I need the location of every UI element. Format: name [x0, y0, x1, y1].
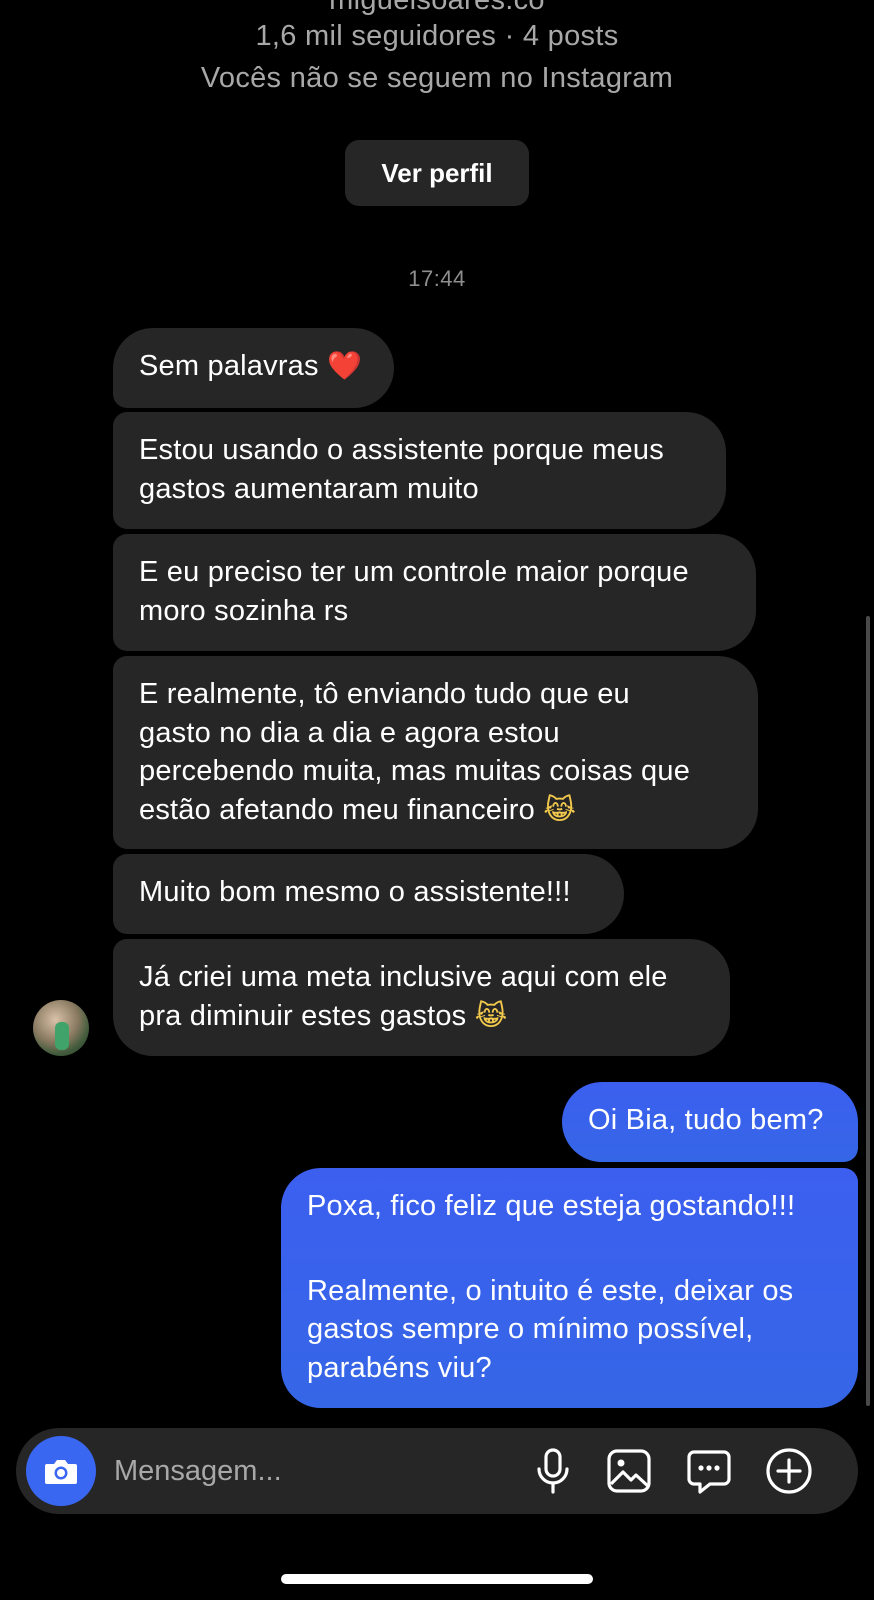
incoming-message[interactable]: Muito bom mesmo o assistente!!! — [113, 854, 624, 934]
view-profile-button[interactable]: Ver perfil — [345, 140, 529, 206]
plus-button[interactable] — [764, 1446, 814, 1496]
message-line: percebendo muita, mas muitas coisas que — [139, 755, 691, 787]
message-line: Já criei uma meta inclusive aqui com ele — [139, 961, 668, 993]
message-line: gasto no dia a dia e agora estou — [139, 716, 560, 749]
message-text: Oi Bia, tudo bem? — [588, 1104, 824, 1136]
scrollbar[interactable] — [866, 616, 870, 1406]
microphone-icon — [537, 1448, 569, 1494]
message-line: Poxa, fico feliz que esteja gostando!!! — [307, 1190, 796, 1222]
profile-stats: 1,6 mil seguidores · 4 posts — [255, 20, 619, 52]
incoming-message[interactable]: Já criei uma meta inclusive aqui com ele… — [113, 939, 730, 1056]
message-line: Estou usando o assistente porque meus — [139, 434, 664, 466]
camera-icon — [45, 1460, 77, 1484]
message-line: gastos aumentaram muito — [139, 472, 479, 505]
message-line: parabéns viu? — [307, 1351, 492, 1384]
message-input[interactable] — [114, 1448, 414, 1494]
chat-screen: miguelsoares.co 1,6 mil seguidores · 4 p… — [0, 0, 874, 1600]
heart-emoji-icon: ❤️ — [326, 349, 363, 382]
laughing-cat-emoji-icon: 😹 — [474, 998, 508, 1032]
outgoing-message[interactable]: Poxa, fico feliz que esteja gostando!!! … — [281, 1168, 858, 1408]
outgoing-message[interactable]: Oi Bia, tudo bem? — [562, 1082, 858, 1162]
gallery-button[interactable] — [604, 1446, 654, 1496]
message-line: E realmente, tô enviando tudo que eu — [139, 678, 630, 710]
incoming-message[interactable]: E eu preciso ter um controle maior porqu… — [113, 534, 756, 651]
message-text: pra diminuir estes gastos — [139, 999, 467, 1032]
plus-icon — [766, 1448, 812, 1494]
incoming-message[interactable]: Sem palavras ❤️ — [113, 328, 394, 408]
incoming-message[interactable]: Estou usando o assistente porque meus ga… — [113, 412, 726, 529]
message-timestamp: 17:44 — [408, 266, 466, 291]
follow-status: Vocês não se seguem no Instagram — [200, 62, 674, 94]
profile-handle: miguelsoares.co — [329, 0, 545, 16]
home-indicator[interactable] — [281, 1574, 593, 1584]
message-text: estão afetando meu financeiro — [139, 793, 535, 826]
message-line: estão afetando meu financeiro 😹 — [139, 791, 732, 830]
microphone-button[interactable] — [528, 1446, 578, 1496]
incoming-message[interactable]: E realmente, tô enviando tudo que eu gas… — [113, 656, 758, 849]
message-line: gastos sempre o mínimo possível, — [307, 1313, 754, 1345]
gallery-icon — [607, 1449, 651, 1493]
message-line: Realmente, o intuito é este, deixar os — [307, 1274, 794, 1307]
message-line: pra diminuir estes gastos 😹 — [139, 997, 704, 1036]
sticker-button[interactable] — [684, 1446, 734, 1496]
message-composer — [16, 1428, 858, 1514]
sticker-icon — [687, 1450, 731, 1494]
camera-button[interactable] — [26, 1436, 96, 1506]
message-text: Muito bom mesmo o assistente!!! — [139, 876, 571, 908]
message-line: E eu preciso ter um controle maior porqu… — [139, 556, 689, 588]
laughing-cat-emoji-icon: 😹 — [543, 792, 577, 826]
sender-avatar[interactable] — [33, 1000, 89, 1056]
message-text: Sem palavras — [139, 350, 319, 382]
message-line: moro sozinha rs — [139, 594, 349, 627]
